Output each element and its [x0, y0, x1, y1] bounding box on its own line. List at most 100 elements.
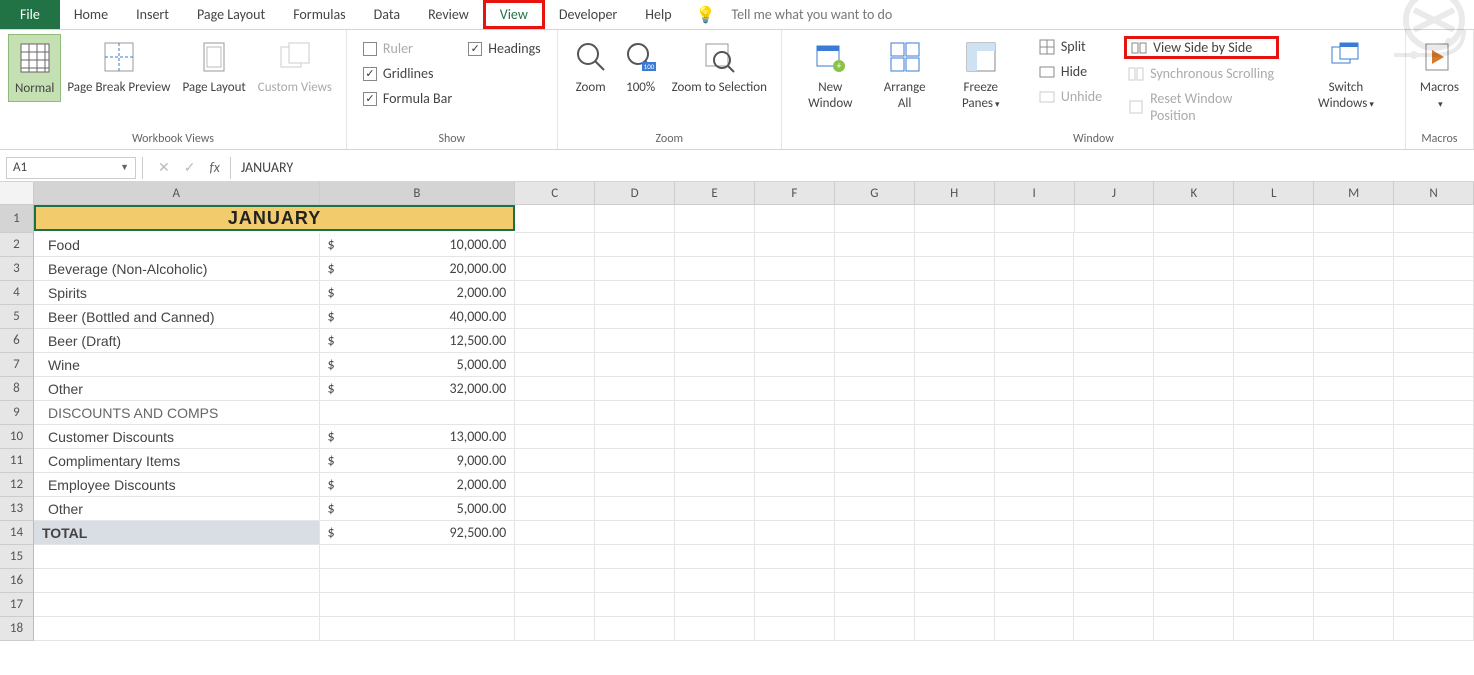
cell[interactable] — [1234, 281, 1314, 305]
cell[interactable] — [1154, 233, 1234, 257]
new-window-button[interactable]: + New Window — [790, 34, 871, 115]
cell[interactable] — [995, 353, 1075, 377]
cell[interactable] — [515, 569, 595, 593]
cell[interactable] — [995, 305, 1075, 329]
cell[interactable] — [755, 593, 835, 617]
cell[interactable] — [1234, 425, 1314, 449]
cell[interactable] — [1074, 305, 1154, 329]
cell[interactable] — [915, 569, 995, 593]
cell[interactable] — [1074, 233, 1154, 257]
headings-checkbox[interactable]: ✓Headings — [468, 40, 540, 57]
cell[interactable]: $40,000.00 — [320, 305, 516, 329]
cell[interactable]: $32,000.00 — [320, 377, 516, 401]
cell[interactable] — [1394, 545, 1474, 569]
cell[interactable] — [835, 257, 915, 281]
cell[interactable] — [675, 593, 755, 617]
cell[interactable] — [1234, 617, 1314, 641]
cell[interactable] — [915, 473, 995, 497]
name-box-dropdown-icon[interactable]: ▼ — [120, 162, 129, 173]
zoom-100-button[interactable]: 100 100% — [616, 34, 666, 100]
cell[interactable]: Spirits — [34, 281, 320, 305]
cell[interactable]: $13,000.00 — [320, 425, 516, 449]
cell[interactable] — [595, 233, 675, 257]
cell[interactable] — [675, 545, 755, 569]
formula-input[interactable]: JANUARY — [231, 159, 1474, 176]
cell[interactable] — [755, 233, 835, 257]
cell[interactable] — [675, 353, 755, 377]
cell[interactable] — [595, 401, 675, 425]
zoom-to-selection-button[interactable]: Zoom to Selection — [666, 34, 773, 100]
cell[interactable]: Wine — [34, 353, 320, 377]
cell[interactable] — [915, 545, 995, 569]
cell[interactable] — [915, 617, 995, 641]
cell[interactable] — [675, 569, 755, 593]
cell[interactable] — [1394, 569, 1474, 593]
cell[interactable] — [1074, 329, 1154, 353]
cell[interactable] — [755, 497, 835, 521]
tab-developer[interactable]: Developer — [545, 0, 631, 29]
cell[interactable] — [595, 281, 675, 305]
cell[interactable] — [1074, 617, 1154, 641]
cell[interactable] — [755, 449, 835, 473]
tab-data[interactable]: Data — [360, 0, 414, 29]
cell[interactable]: Beer (Bottled and Canned) — [34, 305, 320, 329]
cell[interactable] — [755, 617, 835, 641]
cell[interactable] — [1234, 257, 1314, 281]
cell[interactable] — [1154, 305, 1234, 329]
col-header-I[interactable]: I — [995, 182, 1075, 204]
cell[interactable] — [515, 521, 595, 545]
row-header-5[interactable]: 5 — [0, 305, 34, 329]
formula-bar-checkbox[interactable]: ✓Formula Bar — [363, 90, 452, 107]
cell[interactable] — [675, 617, 755, 641]
cell[interactable] — [675, 377, 755, 401]
cell[interactable] — [595, 521, 675, 545]
view-side-by-side-button[interactable]: View Side by Side — [1124, 36, 1279, 59]
cell[interactable] — [835, 617, 915, 641]
zoom-button[interactable]: Zoom — [566, 34, 616, 100]
cell[interactable] — [1314, 617, 1394, 641]
cell[interactable] — [675, 281, 755, 305]
cell[interactable] — [1314, 521, 1394, 545]
cell[interactable] — [1074, 569, 1154, 593]
cell[interactable] — [1154, 545, 1234, 569]
cell[interactable] — [1234, 497, 1314, 521]
cell[interactable] — [1394, 329, 1474, 353]
col-header-A[interactable]: A — [34, 182, 320, 204]
cell[interactable] — [1154, 449, 1234, 473]
fx-icon[interactable]: fx — [209, 159, 219, 176]
cell[interactable] — [515, 233, 595, 257]
col-header-E[interactable]: E — [675, 182, 755, 204]
cell[interactable] — [595, 205, 675, 233]
cell[interactable] — [1234, 449, 1314, 473]
cell[interactable] — [595, 545, 675, 569]
tell-me-search[interactable]: 💡 Tell me what you want to do — [696, 0, 893, 29]
row-header-15[interactable]: 15 — [0, 545, 34, 569]
row-header-1[interactable]: 1 — [0, 205, 34, 233]
cell[interactable] — [1314, 545, 1394, 569]
row-header-14[interactable]: 14 — [0, 521, 34, 545]
cell[interactable] — [1074, 257, 1154, 281]
cell[interactable] — [1074, 401, 1154, 425]
split-button[interactable]: Split — [1035, 36, 1106, 57]
cell[interactable] — [1074, 353, 1154, 377]
cell[interactable] — [675, 205, 755, 233]
cell[interactable] — [835, 401, 915, 425]
cell[interactable] — [1394, 449, 1474, 473]
cell[interactable] — [755, 569, 835, 593]
cell[interactable] — [995, 329, 1075, 353]
cell[interactable] — [515, 377, 595, 401]
cell[interactable] — [755, 205, 835, 233]
name-box[interactable]: A1 ▼ — [6, 157, 136, 179]
cell[interactable]: Other — [34, 377, 320, 401]
cell[interactable] — [1394, 521, 1474, 545]
cell[interactable] — [755, 305, 835, 329]
cell[interactable] — [1074, 521, 1154, 545]
cell[interactable] — [1394, 401, 1474, 425]
cell[interactable] — [915, 401, 995, 425]
cell[interactable] — [755, 377, 835, 401]
cell[interactable] — [675, 329, 755, 353]
cell[interactable] — [1234, 569, 1314, 593]
cell[interactable] — [1075, 205, 1155, 233]
cell[interactable] — [1394, 305, 1474, 329]
cell[interactable] — [1234, 401, 1314, 425]
